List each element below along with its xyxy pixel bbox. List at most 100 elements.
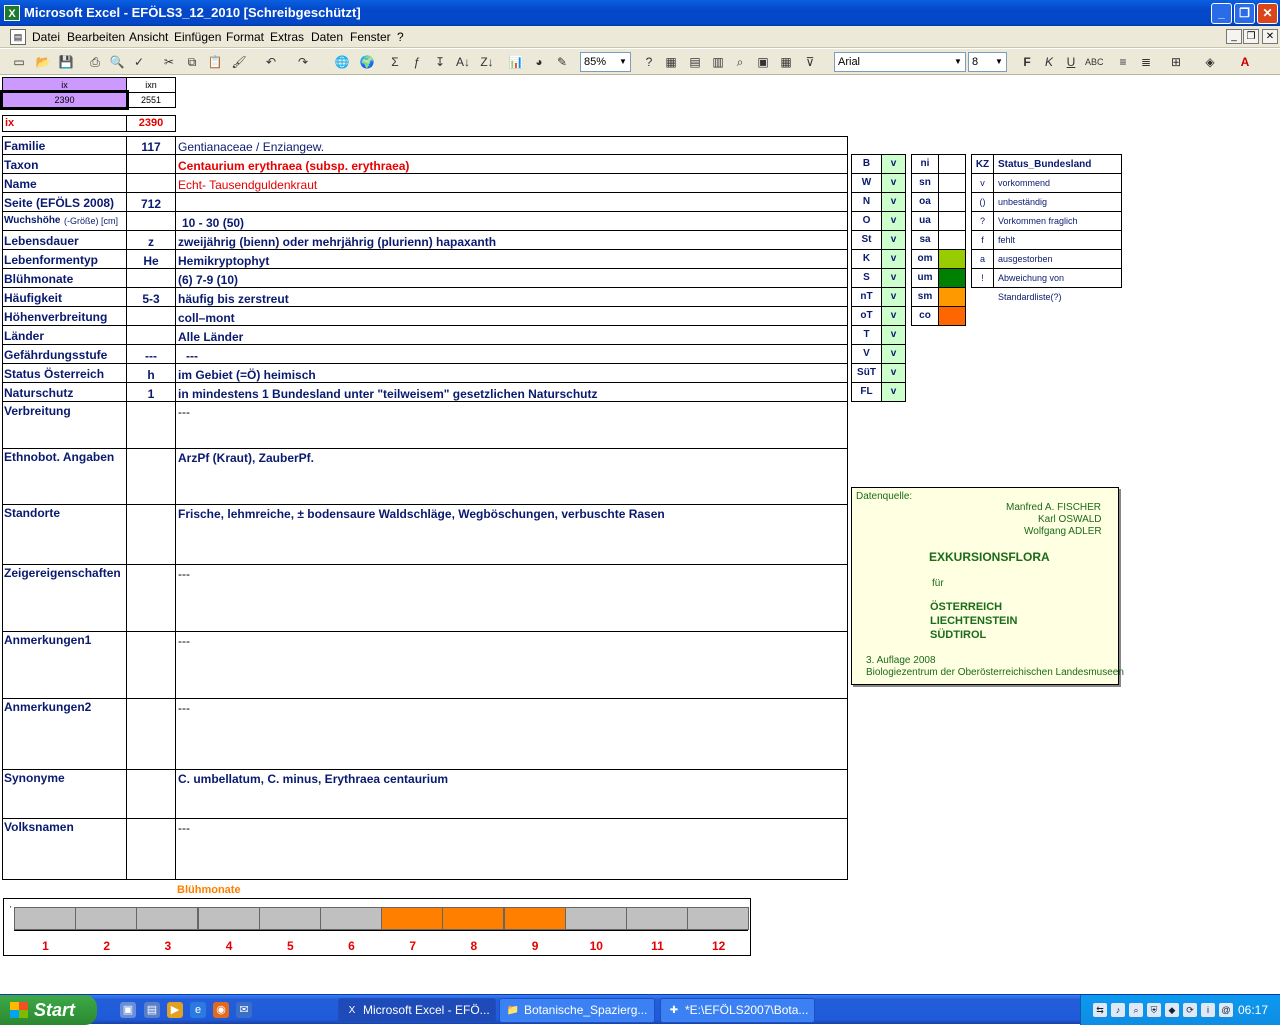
field-label[interactable]: Seite (EFÖLS 2008) bbox=[4, 196, 114, 210]
align-center-icon[interactable]: ≣ bbox=[1137, 53, 1155, 71]
state-status[interactable]: v bbox=[881, 230, 906, 250]
window-icon[interactable]: ▣ bbox=[754, 53, 772, 71]
state-code[interactable]: oT bbox=[851, 306, 882, 326]
field-label[interactable]: Verbreitung bbox=[4, 404, 71, 418]
field-code[interactable]: h bbox=[126, 368, 176, 382]
open-icon[interactable]: 📂 bbox=[34, 53, 52, 71]
state-code[interactable]: B bbox=[851, 154, 882, 174]
field-value[interactable]: --- bbox=[178, 405, 190, 419]
worksheet[interactable]: ix ixn 2390 2551 ix 2390 Familie 117 Genti… bbox=[0, 75, 1280, 992]
task-editor[interactable]: ✚ *E:\EFÖLS2007\Bota... bbox=[660, 998, 815, 1023]
drawing-icon[interactable]: ✎ bbox=[553, 53, 571, 71]
state-code[interactable]: W bbox=[851, 173, 882, 193]
state-code[interactable]: FL bbox=[851, 382, 882, 402]
workbook-icon[interactable]: ▤ bbox=[10, 29, 26, 45]
zone-color[interactable] bbox=[938, 230, 966, 250]
zone-color[interactable] bbox=[938, 211, 966, 231]
menu-extras[interactable]: Extras bbox=[270, 30, 304, 44]
state-code[interactable]: O bbox=[851, 211, 882, 231]
italic-icon[interactable]: K bbox=[1040, 53, 1058, 71]
field-label[interactable]: Name bbox=[4, 177, 37, 191]
cut-icon[interactable]: ✂ bbox=[160, 53, 178, 71]
map-icon[interactable]: ◕ bbox=[530, 53, 548, 71]
state-status[interactable]: v bbox=[881, 287, 906, 307]
field-label[interactable]: Volksnamen bbox=[4, 820, 74, 834]
menu-format[interactable]: Format bbox=[226, 30, 264, 44]
start-button[interactable]: Start bbox=[0, 995, 97, 1025]
close-button[interactable]: ✕ bbox=[1257, 3, 1278, 24]
field-label[interactable]: Lebensdauer bbox=[4, 234, 79, 248]
help-icon[interactable]: ? bbox=[640, 53, 658, 71]
zone-color[interactable] bbox=[938, 154, 966, 174]
zone-code[interactable]: sa bbox=[911, 230, 939, 250]
menu-ansicht[interactable]: Ansicht bbox=[129, 30, 168, 44]
maximize-button[interactable]: ❐ bbox=[1234, 3, 1255, 24]
bold-icon[interactable]: F bbox=[1018, 53, 1036, 71]
zone-color[interactable] bbox=[938, 306, 966, 326]
media-icon[interactable]: ▶ bbox=[167, 1002, 183, 1018]
sort-asc-icon[interactable]: ↧ bbox=[431, 53, 449, 71]
explorer-icon[interactable]: ▤ bbox=[144, 1002, 160, 1018]
ixn-header-cell[interactable]: ixn bbox=[126, 77, 176, 93]
zone-color[interactable] bbox=[938, 192, 966, 212]
filter-icon[interactable]: ⊽ bbox=[801, 53, 819, 71]
field-label[interactable]: Gefährdungsstufe bbox=[4, 348, 107, 362]
field-value[interactable]: in mindestens 1 Bundesland unter "teilwe… bbox=[178, 387, 597, 401]
field-code[interactable]: 117 bbox=[126, 140, 176, 154]
field-label[interactable]: Synonyme bbox=[4, 771, 65, 785]
redo-icon[interactable]: ↷ bbox=[294, 53, 312, 71]
zone-code[interactable]: sm bbox=[911, 287, 939, 307]
workbook-minimize-icon[interactable]: _ bbox=[1226, 29, 1242, 44]
field-value[interactable]: --- bbox=[186, 349, 198, 363]
state-status[interactable]: v bbox=[881, 382, 906, 402]
state-status[interactable]: v bbox=[881, 192, 906, 212]
binoculars-icon[interactable]: ⌕ bbox=[731, 53, 749, 71]
autosum-icon[interactable]: Σ bbox=[386, 53, 404, 71]
task-folder[interactable]: 📁 Botanische_Spazierg... bbox=[499, 998, 655, 1023]
state-status[interactable]: v bbox=[881, 325, 906, 345]
field-value[interactable]: --- bbox=[178, 821, 190, 835]
state-status[interactable]: v bbox=[881, 154, 906, 174]
volume-icon[interactable]: ♪ bbox=[1111, 1003, 1125, 1017]
undo-icon[interactable]: ↶ bbox=[262, 53, 280, 71]
zone-color[interactable] bbox=[938, 173, 966, 193]
state-code[interactable]: V bbox=[851, 344, 882, 364]
menu-fenster[interactable]: Fenster bbox=[350, 30, 391, 44]
field-value[interactable]: C. umbellatum, C. minus, Erythraea centa… bbox=[178, 772, 448, 786]
copy-icon[interactable]: ⧉ bbox=[183, 53, 201, 71]
font-size-select[interactable]: 8 ▼ bbox=[968, 52, 1007, 72]
zone-code[interactable]: sn bbox=[911, 173, 939, 193]
save-icon[interactable]: 💾 bbox=[57, 53, 75, 71]
calc-icon[interactable]: ▤ bbox=[686, 53, 704, 71]
font-color-icon[interactable]: A bbox=[1236, 53, 1254, 71]
state-status[interactable]: v bbox=[881, 249, 906, 269]
field-code[interactable]: --- bbox=[126, 349, 176, 363]
state-status[interactable]: v bbox=[881, 173, 906, 193]
ix-header-cell[interactable]: ix bbox=[2, 77, 127, 93]
state-status[interactable]: v bbox=[881, 211, 906, 231]
state-code[interactable]: SüT bbox=[851, 363, 882, 383]
field-label[interactable]: Standorte bbox=[4, 506, 60, 520]
format-painter-icon[interactable]: 🖌 bbox=[230, 53, 248, 71]
field-code[interactable]: 712 bbox=[126, 197, 176, 211]
field-value[interactable]: --- bbox=[178, 567, 190, 581]
update-icon[interactable]: ⟳ bbox=[1183, 1003, 1197, 1017]
outlook-icon[interactable]: ✉ bbox=[236, 1002, 252, 1018]
zone-color[interactable] bbox=[938, 249, 966, 269]
state-code[interactable]: St bbox=[851, 230, 882, 250]
desktop-icon[interactable]: ▣ bbox=[120, 1002, 136, 1018]
field-value[interactable]: Echt- Tausendguldenkraut bbox=[178, 178, 317, 192]
pivot-icon[interactable]: ▦ bbox=[777, 53, 795, 71]
state-code[interactable]: nT bbox=[851, 287, 882, 307]
borders-icon[interactable]: ⊞ bbox=[1167, 53, 1185, 71]
field-value[interactable]: zweijährig (bienn) oder mehrjährig (plur… bbox=[178, 235, 496, 249]
field-label[interactable]: Status Österreich bbox=[4, 367, 104, 381]
zone-code[interactable]: co bbox=[911, 306, 939, 326]
menu-datei[interactable]: Datei bbox=[32, 30, 60, 44]
zone-code[interactable]: ni bbox=[911, 154, 939, 174]
field-label[interactable]: Zeigereigenschaften bbox=[4, 566, 121, 580]
state-code[interactable]: N bbox=[851, 192, 882, 212]
ie-icon[interactable]: e bbox=[190, 1002, 206, 1018]
field-label[interactable]: Anmerkungen2 bbox=[4, 700, 91, 714]
state-status[interactable]: v bbox=[881, 306, 906, 326]
